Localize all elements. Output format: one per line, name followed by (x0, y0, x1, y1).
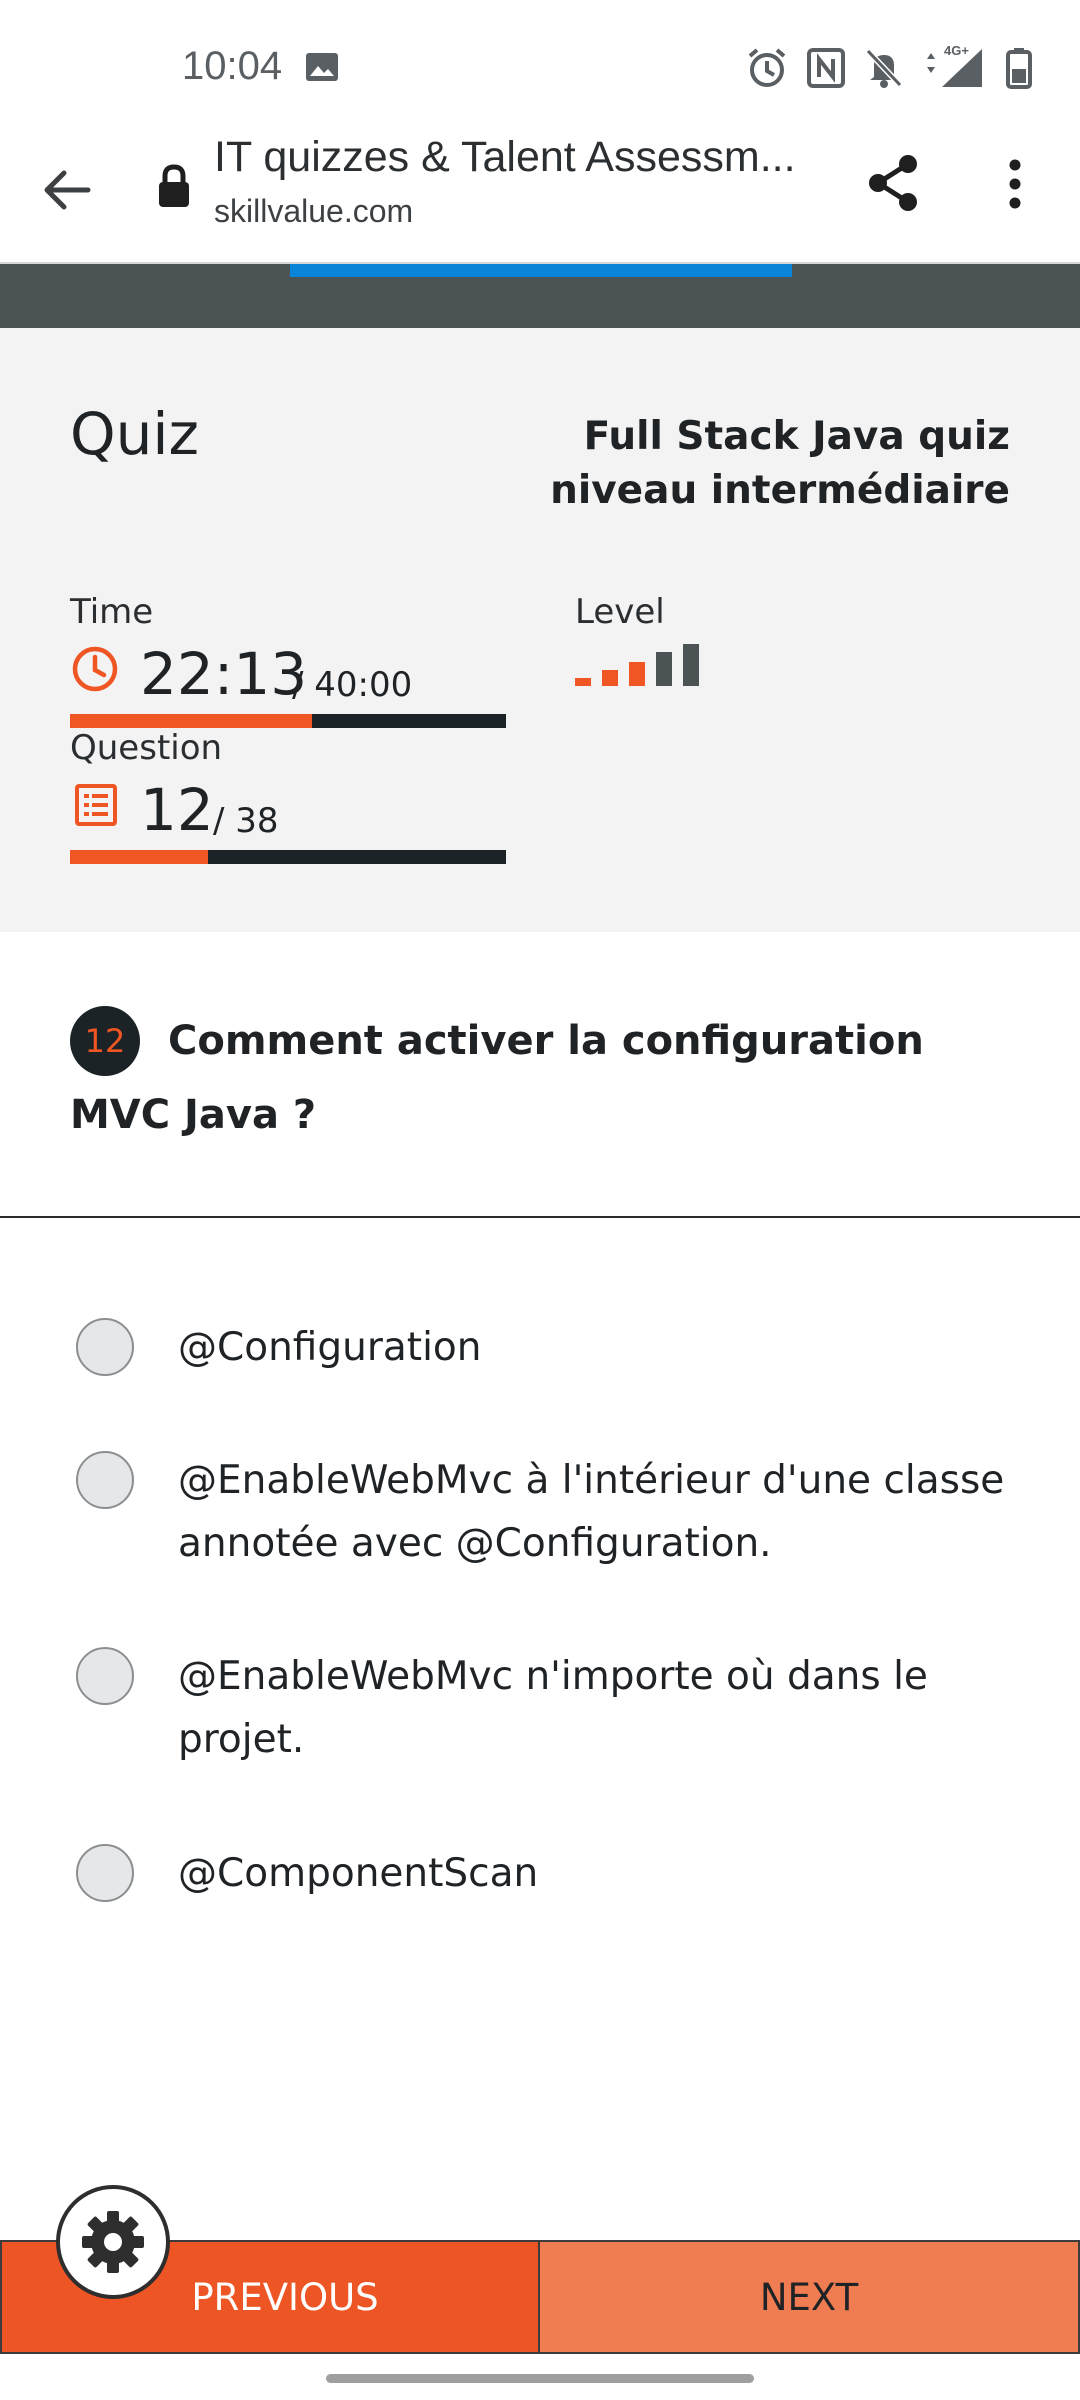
question-number-badge: 12 (70, 1006, 140, 1076)
level-bar (575, 678, 591, 686)
level-bar (683, 644, 699, 686)
answer-radio[interactable] (76, 1844, 134, 1902)
home-indicator[interactable] (326, 2374, 754, 2383)
question-progress-bar (70, 850, 506, 864)
gear-icon (82, 2211, 144, 2273)
back-arrow-icon[interactable] (38, 160, 98, 220)
answer-option[interactable]: @EnableWebMvc à l'intérieur d'une classe… (70, 1449, 1030, 1575)
question-text: Comment activer la configuration MVC Jav… (70, 1018, 924, 1138)
page-load-progress (290, 264, 792, 277)
question-divider (0, 1216, 1080, 1218)
time-total: / 40:00 (292, 665, 413, 705)
share-icon[interactable] (862, 152, 924, 214)
current-question: 12 (140, 776, 214, 844)
answer-option[interactable]: @ComponentScan (70, 1842, 1030, 1905)
answer-label[interactable]: @EnableWebMvc n'importe où dans le proje… (178, 1645, 1030, 1771)
quiz-heading: Quiz (70, 400, 199, 468)
answer-radio[interactable] (76, 1647, 134, 1705)
answer-radio[interactable] (76, 1318, 134, 1376)
time-progress-fill (70, 714, 313, 728)
answer-label[interactable]: @EnableWebMvc à l'intérieur d'une classe… (178, 1449, 1030, 1575)
settings-button[interactable] (56, 2185, 170, 2299)
more-options-icon[interactable] (1000, 155, 1030, 215)
answer-radio[interactable] (76, 1451, 134, 1509)
level-bar (656, 652, 672, 686)
status-icons: 4G+ (746, 43, 1032, 92)
nfc-icon (807, 48, 845, 88)
answer-option[interactable]: @Configuration (70, 1316, 1030, 1379)
time-remaining: 22:13 (140, 640, 308, 708)
battery-icon (1006, 48, 1032, 89)
time-progress-bar (70, 714, 506, 728)
mute-icon (865, 48, 903, 88)
question-total: / 38 (213, 801, 279, 841)
level-bar (602, 670, 618, 686)
clock-icon (72, 646, 118, 692)
alarm-icon (748, 48, 786, 87)
status-time: 10:04 (182, 44, 283, 88)
question-progress-fill (70, 850, 208, 864)
answer-label[interactable]: @ComponentScan (178, 1842, 538, 1905)
level-bar (629, 662, 645, 686)
question-list-icon (75, 784, 117, 826)
page-url[interactable]: skillvalue.com (214, 193, 413, 230)
answer-option[interactable]: @EnableWebMvc n'importe où dans le proje… (70, 1645, 1030, 1771)
page-title[interactable]: IT quizzes & Talent Assessm... (214, 133, 814, 182)
question-label: Question (70, 728, 223, 768)
answer-label[interactable]: @Configuration (178, 1316, 482, 1379)
level-indicator (575, 640, 715, 686)
lock-icon (159, 164, 189, 207)
level-label: Level (575, 592, 665, 632)
quiz-name: Full Stack Java quiz niveau intermédiair… (550, 414, 1010, 513)
time-label: Time (70, 592, 154, 632)
next-button[interactable]: NEXT (540, 2240, 1080, 2354)
gallery-icon (306, 53, 338, 81)
4g-signal-icon: 4G+ (922, 43, 988, 89)
network-label: 4G+ (944, 43, 969, 58)
